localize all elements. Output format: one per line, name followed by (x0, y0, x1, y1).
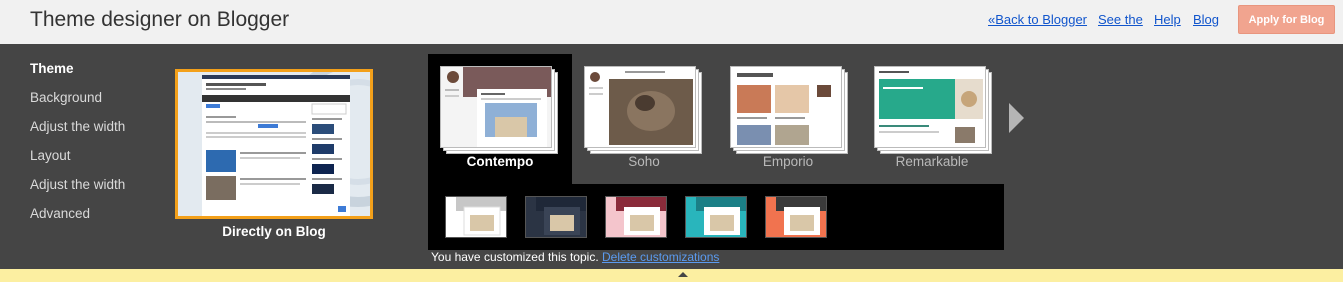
customization-status: You have customized this topic. Delete c… (431, 250, 719, 264)
delete-customizations-link[interactable]: Delete customizations (602, 250, 719, 264)
theme-variant-5[interactable] (765, 196, 827, 238)
current-blog-preview[interactable] (175, 69, 373, 219)
nav-item-background[interactable]: Background (30, 90, 102, 105)
see-the-link[interactable]: See the (1098, 12, 1143, 27)
theme-variant-4[interactable] (685, 196, 747, 238)
variant-4-thumbnail (686, 197, 746, 237)
back-to-blogger-link[interactable]: «Back to Blogger (988, 12, 1087, 27)
variant-3-thumbnail (606, 197, 666, 237)
variant-5-thumbnail (766, 197, 826, 237)
theme-label-emporio[interactable]: Emporio (716, 154, 860, 169)
customization-message: You have customized this topic. (431, 250, 599, 264)
theme-label-contempo[interactable]: Contempo (428, 154, 572, 169)
theme-thumb-emporio[interactable] (730, 66, 848, 156)
theme-variant-2[interactable] (525, 196, 587, 238)
nav-item-adjust-width-2[interactable]: Adjust the width (30, 177, 125, 192)
next-themes-arrow-icon[interactable] (1009, 103, 1024, 133)
remarkable-thumbnail (875, 67, 985, 147)
variant-1-thumbnail (446, 197, 506, 237)
blog-preview-image (178, 72, 370, 216)
theme-label-soho[interactable]: Soho (572, 154, 716, 169)
top-header: Theme designer on Blogger «Back to Blogg… (0, 0, 1343, 44)
theme-variant-3[interactable] (605, 196, 667, 238)
theme-thumb-contempo[interactable] (440, 66, 558, 156)
variant-2-thumbnail (526, 197, 586, 237)
theme-variant-1[interactable] (445, 196, 507, 238)
collapse-caret-icon[interactable] (678, 272, 688, 277)
nav-item-layout[interactable]: Layout (30, 148, 71, 163)
nav-item-theme[interactable]: Theme (30, 61, 74, 76)
help-link[interactable]: Help (1154, 12, 1181, 27)
contempo-thumbnail (441, 67, 551, 147)
emporio-thumbnail (731, 67, 841, 147)
theme-thumb-soho[interactable] (584, 66, 702, 156)
apply-for-blog-button[interactable]: Apply for Blog (1238, 5, 1335, 34)
nav-item-advanced[interactable]: Advanced (30, 206, 90, 221)
nav-item-adjust-width[interactable]: Adjust the width (30, 119, 125, 134)
app-title: Theme designer on Blogger (30, 8, 290, 31)
theme-label-remarkable[interactable]: Remarkable (860, 154, 1004, 169)
blog-link[interactable]: Blog (1193, 12, 1219, 27)
bottom-preview-bar[interactable] (0, 269, 1343, 282)
soho-thumbnail (585, 67, 695, 147)
current-blog-caption: Directly on Blog (222, 224, 326, 239)
theme-thumb-remarkable[interactable] (874, 66, 992, 156)
